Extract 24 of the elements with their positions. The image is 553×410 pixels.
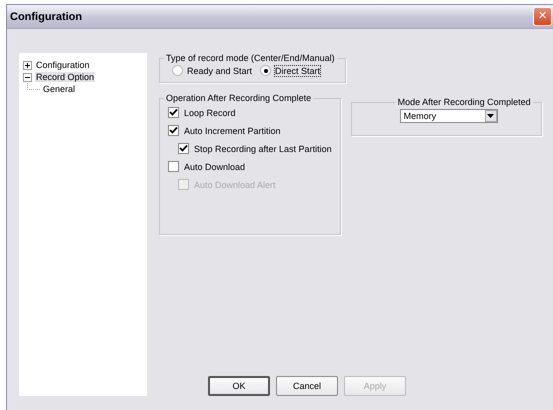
tree-item[interactable]: Record Option (35, 72, 96, 82)
group-title: Mode After Recording Completed (396, 97, 532, 107)
checkbox-label[interactable]: Loop Record (184, 108, 236, 118)
checkbox[interactable] (168, 125, 179, 136)
group-title: Operation After Recording Complete (165, 93, 312, 103)
checkbox-label[interactable]: Auto Increment Partition (184, 126, 281, 136)
mode-dropdown[interactable]: Memory (400, 109, 498, 123)
dialog-button[interactable]: OK (208, 376, 270, 396)
tree-item[interactable]: General (42, 84, 76, 94)
checkbox[interactable] (168, 107, 179, 118)
dialog-button[interactable]: Cancel (276, 376, 338, 396)
radio-button[interactable] (172, 65, 183, 76)
group-title: Type of record mode (Center/End/Manual) (165, 53, 336, 63)
expand-icon[interactable] (23, 60, 32, 70)
checkbox[interactable] (178, 143, 189, 154)
collapse-icon[interactable] (23, 72, 32, 82)
radio-button[interactable] (260, 65, 272, 76)
checkbox[interactable] (168, 161, 179, 172)
tree-item[interactable]: Configuration (35, 60, 91, 70)
radio-label[interactable]: Direct Start (275, 66, 320, 76)
radio-label[interactable]: Ready and Start (187, 66, 252, 76)
window-title: Configuration (10, 10, 82, 22)
checkbox-label[interactable]: Stop Recording after Last Partition (194, 144, 332, 154)
checkbox-label[interactable]: Auto Download (184, 162, 246, 172)
